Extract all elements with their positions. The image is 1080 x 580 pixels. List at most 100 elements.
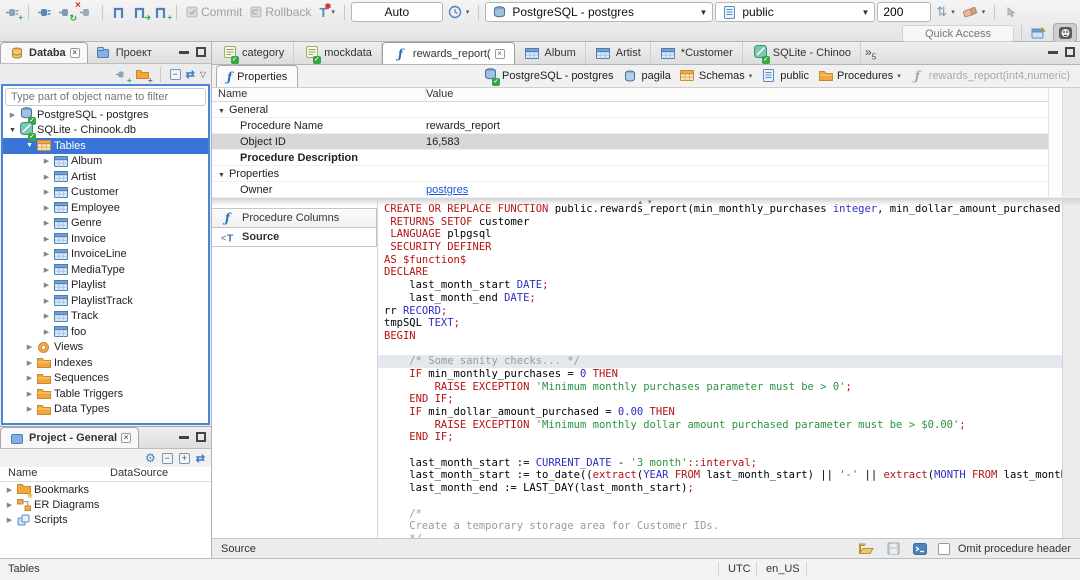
- grid-row-procedure-description[interactable]: Procedure Description: [212, 150, 1080, 166]
- object-filter-input[interactable]: [5, 88, 206, 106]
- tree-item-playlist[interactable]: ▶ Playlist: [3, 278, 208, 294]
- code-scrollbar[interactable]: [1062, 198, 1080, 538]
- schema-select[interactable]: public ▼: [715, 2, 876, 22]
- column-name[interactable]: Name: [0, 467, 110, 481]
- expand-arrow-icon[interactable]: ▶: [41, 173, 52, 181]
- expand-arrow-icon[interactable]: ▶: [24, 374, 35, 382]
- expand-arrow-icon[interactable]: ▶: [41, 235, 52, 243]
- maximize-icon[interactable]: [1065, 47, 1075, 57]
- tab-overflow-chevron[interactable]: »5: [865, 45, 876, 64]
- tree-item-mediatype[interactable]: ▶ MediaType: [3, 262, 208, 278]
- project-item-bookmarks[interactable]: ▶ ★ Bookmarks: [0, 482, 211, 499]
- tree-item-album[interactable]: ▶ Album: [3, 154, 208, 170]
- editor-tab-album[interactable]: Album: [515, 42, 586, 64]
- project-item-scripts[interactable]: ▶ Scripts: [0, 512, 211, 527]
- tree-item-sequences[interactable]: ▶ Sequences: [3, 371, 208, 387]
- editor-tab-artist[interactable]: Artist: [586, 42, 651, 64]
- chevron-down-icon[interactable]: ▾: [897, 72, 901, 80]
- connection-select[interactable]: PostgreSQL - postgres ▼: [485, 2, 714, 22]
- transaction-log-button[interactable]: T ✱ ▾: [316, 2, 337, 20]
- project-item-er-diagrams[interactable]: ▶ ER Diagrams: [0, 497, 211, 512]
- reconnect-icon[interactable]: ↻: [56, 3, 77, 23]
- tab-project-general[interactable]: Project - General ×: [0, 427, 140, 448]
- grid-row-procedure-name[interactable]: Procedure Name rewards_report: [212, 118, 1080, 134]
- tab-database-navigator[interactable]: Databa ×: [0, 42, 88, 63]
- minimize-icon[interactable]: [1048, 50, 1058, 54]
- section-procedure-columns[interactable]: ƒ Procedure Columns: [212, 208, 377, 228]
- expand-arrow-icon[interactable]: ▶: [41, 312, 52, 320]
- column-name[interactable]: Name: [212, 88, 426, 101]
- expand-arrow-icon[interactable]: ▶: [41, 250, 52, 258]
- expand-arrow-icon[interactable]: ▶: [7, 111, 18, 119]
- tree-item-playlisttrack[interactable]: ▶ PlaylistTrack: [3, 293, 208, 309]
- editor-tab-customer[interactable]: *Customer: [651, 42, 743, 64]
- expand-arrow-icon[interactable]: ▶: [24, 405, 35, 413]
- grid-scrollbar[interactable]: [1048, 88, 1062, 197]
- expand-arrow-icon[interactable]: ▶: [24, 359, 35, 367]
- expand-arrow-icon[interactable]: ▶: [4, 501, 15, 509]
- breadcrumb-item-postgresql-postgres[interactable]: ✓ PostgreSQL - postgres: [482, 68, 614, 86]
- collapse-all-icon[interactable]: −: [161, 452, 173, 464]
- tree-item-data-types[interactable]: ▶ Data Types: [3, 402, 208, 418]
- grid-row-object-id[interactable]: Object ID 16,583: [212, 134, 1080, 150]
- new-project-folder-icon[interactable]: +: [135, 65, 153, 85]
- expand-arrow-icon[interactable]: ▶: [24, 390, 35, 398]
- editor-tab-category[interactable]: ✓ category: [212, 42, 295, 64]
- tree-item-foo[interactable]: ▶ foo: [3, 324, 208, 340]
- expand-arrow-icon[interactable]: ▶: [4, 516, 15, 524]
- minimize-icon[interactable]: [179, 50, 189, 54]
- tree-item-customer[interactable]: ▶ Customer: [3, 185, 208, 201]
- editor-tab-sqlite-chinoo[interactable]: ✓ SQLite - Chinoo: [743, 42, 862, 64]
- sash-collapse-icon[interactable]: ▴ ▾: [639, 198, 654, 206]
- expand-arrow-icon[interactable]: ▶: [41, 328, 52, 336]
- open-perspective-icon[interactable]: [1026, 23, 1050, 43]
- expand-arrow-icon[interactable]: ▶: [41, 204, 52, 212]
- sql-editor-icon[interactable]: [109, 3, 128, 21]
- grid-row-properties[interactable]: ▼ Properties: [212, 166, 1080, 182]
- refresh-button[interactable]: ⇅ ▾: [933, 4, 957, 20]
- tab-properties[interactable]: ƒ Properties: [216, 65, 299, 87]
- fetch-size-input[interactable]: [877, 2, 932, 22]
- transaction-history-dropdown[interactable]: ▾: [445, 5, 473, 19]
- new-sql-editor-icon[interactable]: +: [151, 3, 172, 22]
- breadcrumb-item-rewards-report-int4-numeric[interactable]: ƒ rewards_report(int4,numeric): [909, 69, 1070, 83]
- omit-procedure-header-checkbox[interactable]: [937, 542, 950, 555]
- close-tab-icon[interactable]: ×: [494, 48, 505, 59]
- expand-arrow-icon[interactable]: ▶: [41, 281, 52, 289]
- recent-sql-editor-icon[interactable]: ➔: [130, 3, 151, 22]
- chevron-down-icon[interactable]: ▾: [749, 72, 753, 80]
- pointer-tool-icon[interactable]: [1001, 3, 1020, 21]
- view-menu-icon[interactable]: ▽: [200, 70, 206, 79]
- tree-item-invoice[interactable]: ▶ Invoice: [3, 231, 208, 247]
- tree-item-invoiceline[interactable]: ▶ InvoiceLine: [3, 247, 208, 263]
- expand-arrow-icon[interactable]: ▼: [7, 127, 18, 134]
- link-with-editor-icon[interactable]: ⇄: [186, 68, 195, 81]
- dbeaver-perspective-icon[interactable]: [1053, 23, 1077, 43]
- link-with-editor-icon[interactable]: ⇄: [196, 452, 205, 465]
- tab-projects[interactable]: Проект: [88, 42, 159, 63]
- connect-icon[interactable]: [35, 3, 54, 21]
- breadcrumb-item-schemas[interactable]: Schemas ▾: [679, 70, 752, 82]
- save-to-file-icon[interactable]: [884, 540, 903, 558]
- tree-item-genre[interactable]: ▶ Genre: [3, 216, 208, 232]
- gear-icon[interactable]: ⚙: [145, 451, 156, 465]
- minimize-icon[interactable]: [179, 435, 189, 439]
- expand-arrow-icon[interactable]: ▼: [24, 142, 35, 149]
- open-console-icon[interactable]: [911, 540, 930, 558]
- maximize-icon[interactable]: [196, 432, 206, 442]
- expand-all-icon[interactable]: +: [178, 452, 190, 464]
- expand-arrow-icon[interactable]: ▶: [41, 188, 52, 196]
- column-value[interactable]: Value: [426, 88, 1080, 101]
- quick-access-input[interactable]: [902, 25, 1014, 42]
- new-connection-icon[interactable]: +: [3, 3, 23, 22]
- source-code-editor[interactable]: CREATE OR REPLACE FUNCTION public.reward…: [378, 198, 1062, 538]
- expand-arrow-icon[interactable]: ▶: [41, 297, 52, 305]
- grid-row-general[interactable]: ▼ General: [212, 102, 1080, 118]
- disconnect-icon[interactable]: ×: [75, 1, 96, 21]
- owner-link[interactable]: postgres: [426, 184, 468, 196]
- breadcrumb-item-public[interactable]: public: [760, 69, 809, 82]
- expand-arrow-icon[interactable]: ▶: [24, 343, 35, 351]
- expand-arrow-icon[interactable]: ▶: [41, 266, 52, 274]
- editor-tab-mockdata[interactable]: ✓ mockdata: [294, 42, 382, 64]
- tree-item-sqlite-chinook-db[interactable]: ▼ ✓ SQLite - Chinook.db: [3, 122, 208, 142]
